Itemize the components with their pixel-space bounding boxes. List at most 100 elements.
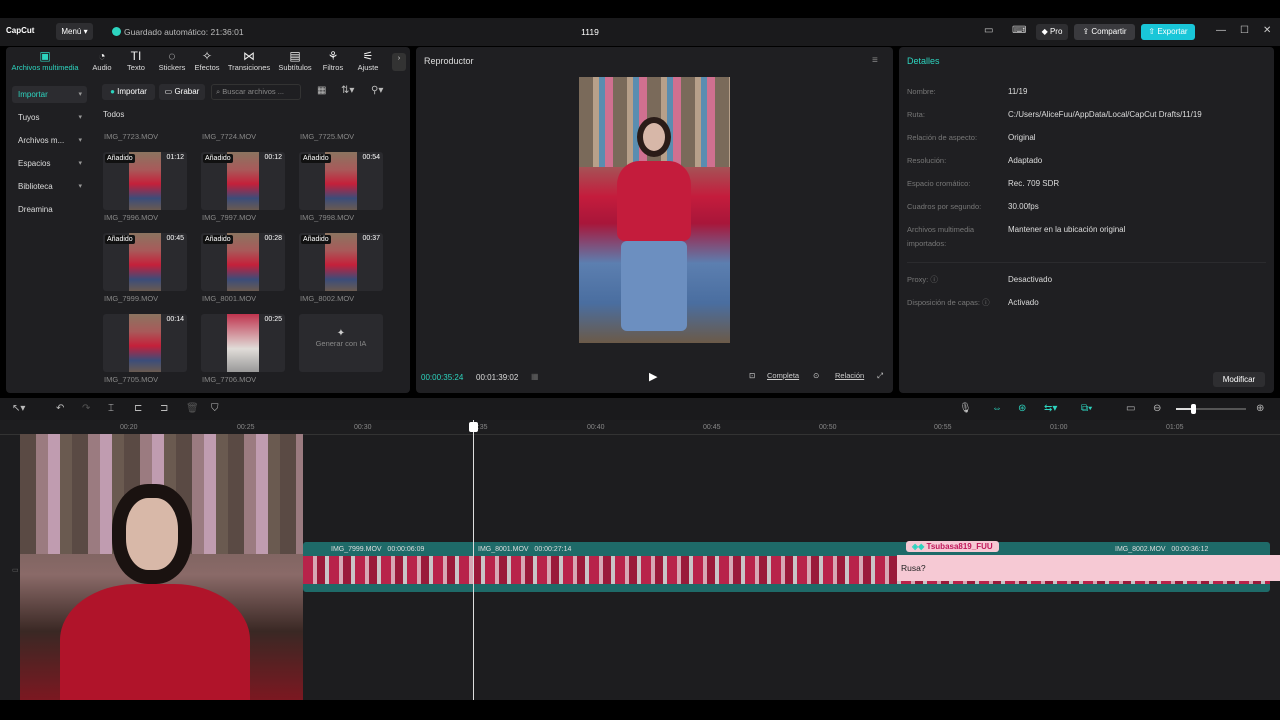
subtitle-icon: ▤ (289, 49, 301, 63)
media-item[interactable]: Añadido 00:28 (201, 233, 285, 291)
detail-label: Espacio cromático: (907, 179, 971, 188)
effects-icon: ✧ (201, 49, 213, 63)
generate-ai-button[interactable]: ✦ Generar con IA (299, 314, 383, 372)
divider (907, 262, 1266, 263)
text-icon: TI (130, 49, 142, 63)
snap-icon[interactable]: ⊛ (1018, 403, 1026, 414)
detail-label: Cuadros por segundo: (907, 202, 982, 211)
menu-icon[interactable]: ≡ (872, 55, 878, 66)
zoom-in-icon[interactable]: ⊕ (1256, 403, 1264, 414)
redo-icon[interactable]: ↷ (82, 403, 90, 414)
time-tick: 00:50 (819, 424, 837, 431)
tab-text[interactable]: TI Texto (116, 49, 156, 72)
time-tick: 00:20 (120, 424, 138, 431)
filter-icon[interactable]: ⚲▾ (371, 85, 383, 96)
shortcut-icon[interactable]: ⌨ (1012, 25, 1026, 36)
select-tool-icon[interactable]: ↖▾ (12, 403, 25, 414)
badge-icon: ◈◆ (912, 542, 925, 551)
ratio-button[interactable]: Relación (835, 371, 864, 380)
time-tick: 00:30 (354, 424, 372, 431)
clip-label: IMG_8002.MOV 00:00:36:12 (1115, 546, 1209, 553)
media-item[interactable]: 00:25 (201, 314, 285, 372)
clip-label: IMG_8001.MOV 00:00:27:14 (478, 546, 572, 553)
tab-media[interactable]: ▣ Archivos multimedia (6, 49, 84, 72)
sidebar-item-import[interactable]: Importar ▾ (12, 86, 87, 103)
media-item[interactable]: Añadido 00:45 (103, 233, 187, 291)
preview-axis-icon[interactable]: ⇆▾ (1044, 403, 1057, 414)
close-icon[interactable]: ✕ (1263, 25, 1271, 36)
zoom-slider[interactable] (1176, 404, 1246, 414)
detail-value: Rec. 709 SDR (1008, 179, 1060, 188)
shield-icon[interactable]: ⛉ (211, 403, 219, 414)
detail-value: C:/Users/AliceFuu/AppData/Local/CapCut D… (1008, 110, 1202, 119)
media-item[interactable]: Añadido 00:54 (299, 152, 383, 210)
split-icon[interactable]: ⌶ (108, 403, 114, 414)
sidebar-item-dreamina[interactable]: Dreamina (12, 201, 87, 218)
share-button[interactable]: ⇪ Compartir (1074, 24, 1135, 40)
menu-button[interactable]: Menú ▾ (56, 23, 93, 40)
tab-stickers[interactable]: ◌ Stickers (152, 49, 192, 72)
current-time: 00:00:35:24 (421, 373, 464, 382)
video-preview[interactable] (579, 77, 730, 343)
screenshot-icon[interactable]: ⊙ (813, 371, 819, 380)
grid-view-icon[interactable]: ▦ (317, 85, 326, 96)
app-logo: CapCut (6, 26, 35, 35)
pro-button[interactable]: ◆ Pro (1036, 24, 1068, 40)
record-button[interactable]: ▭ Grabar (159, 84, 205, 100)
sort-icon[interactable]: ⇅▾ (341, 85, 354, 96)
maximize-icon[interactable]: ☐ (1240, 25, 1249, 36)
all-label: Todos (103, 110, 125, 119)
trim-left-icon[interactable]: ⊏ (134, 403, 142, 414)
track-lock-icon[interactable]: ▭ (12, 566, 19, 574)
fullscreen-icon[interactable]: ⤢ (877, 371, 883, 381)
detail-label: Resolución: (907, 156, 947, 165)
tab-transitions[interactable]: ⋈ Transiciones (226, 49, 272, 72)
detail-value[interactable]: Desactivado (1008, 275, 1268, 284)
sidebar-item-media[interactable]: Archivos m... ▾ (12, 132, 87, 149)
sidebar-item-spaces[interactable]: Espacios ▾ (12, 155, 87, 172)
trim-right-icon[interactable]: ⊐ (160, 403, 168, 414)
media-item[interactable]: 00:14 (103, 314, 187, 372)
media-item[interactable]: Añadido 01:12 (103, 152, 187, 210)
sidebar-item-library[interactable]: Biblioteca ▾ (12, 178, 87, 195)
chevron-down-icon: ▾ (78, 137, 82, 144)
project-title: 1119 (581, 27, 599, 37)
export-button[interactable]: ⇧ Exportar (1141, 24, 1195, 40)
mic-icon[interactable]: 🎙 (959, 403, 972, 414)
tab-filters[interactable]: ⚘ Filtros (313, 49, 353, 72)
link-icon[interactable]: ⇔ (992, 403, 1002, 414)
playhead[interactable] (473, 420, 474, 700)
details-panel: Detalles Nombre: 11/19 Ruta: C:/Users/Al… (899, 47, 1274, 393)
media-name: IMG_7724.MOV (202, 132, 257, 141)
tab-effects[interactable]: ✧ Efectos (187, 49, 227, 72)
layout-icon[interactable]: ▭ (984, 25, 993, 36)
media-item[interactable]: Añadido 00:37 (299, 233, 383, 291)
tab-adjust[interactable]: ⚟ Ajuste (348, 49, 388, 72)
crop-icon[interactable]: ⊡ (749, 371, 755, 380)
frames-icon[interactable]: ▦ (531, 372, 539, 381)
search-input[interactable]: ⌕ Buscar archivos ... (211, 84, 301, 100)
chat-username: ◈◆ Tsubasa819_FUU (906, 541, 999, 552)
detail-value: 30.00fps (1008, 202, 1039, 211)
chevron-right-icon[interactable]: › (392, 53, 406, 71)
import-button[interactable]: ● Importar (102, 84, 155, 100)
chevron-down-icon: ▾ (78, 91, 82, 98)
modify-button[interactable]: Modificar (1213, 372, 1265, 387)
caption-icon[interactable]: ▭ (1126, 403, 1135, 414)
time-tick: 01:00 (1050, 424, 1068, 431)
play-button[interactable]: ▶ (649, 370, 657, 383)
sidebar-item-yours[interactable]: Tuyos ▾ (12, 109, 87, 126)
tab-subtitles[interactable]: ▤ Subtítulos (275, 49, 315, 72)
media-item[interactable]: Añadido 00:12 (201, 152, 285, 210)
detail-label: Disposición de capas: ⓘ (907, 298, 990, 307)
track-icon[interactable]: ⧉▾ (1081, 403, 1092, 414)
detail-label: Relación de aspecto: (907, 133, 978, 142)
detail-value[interactable]: Activado (1008, 298, 1268, 307)
delete-icon[interactable]: 🗑 (186, 403, 199, 414)
minimize-icon[interactable]: — (1216, 25, 1226, 36)
full-button[interactable]: Completa (767, 371, 799, 380)
playhead-handle[interactable] (469, 422, 478, 432)
undo-icon[interactable]: ↶ (56, 403, 64, 414)
media-icon: ▣ (39, 49, 51, 63)
zoom-out-icon[interactable]: ⊖ (1153, 403, 1161, 414)
